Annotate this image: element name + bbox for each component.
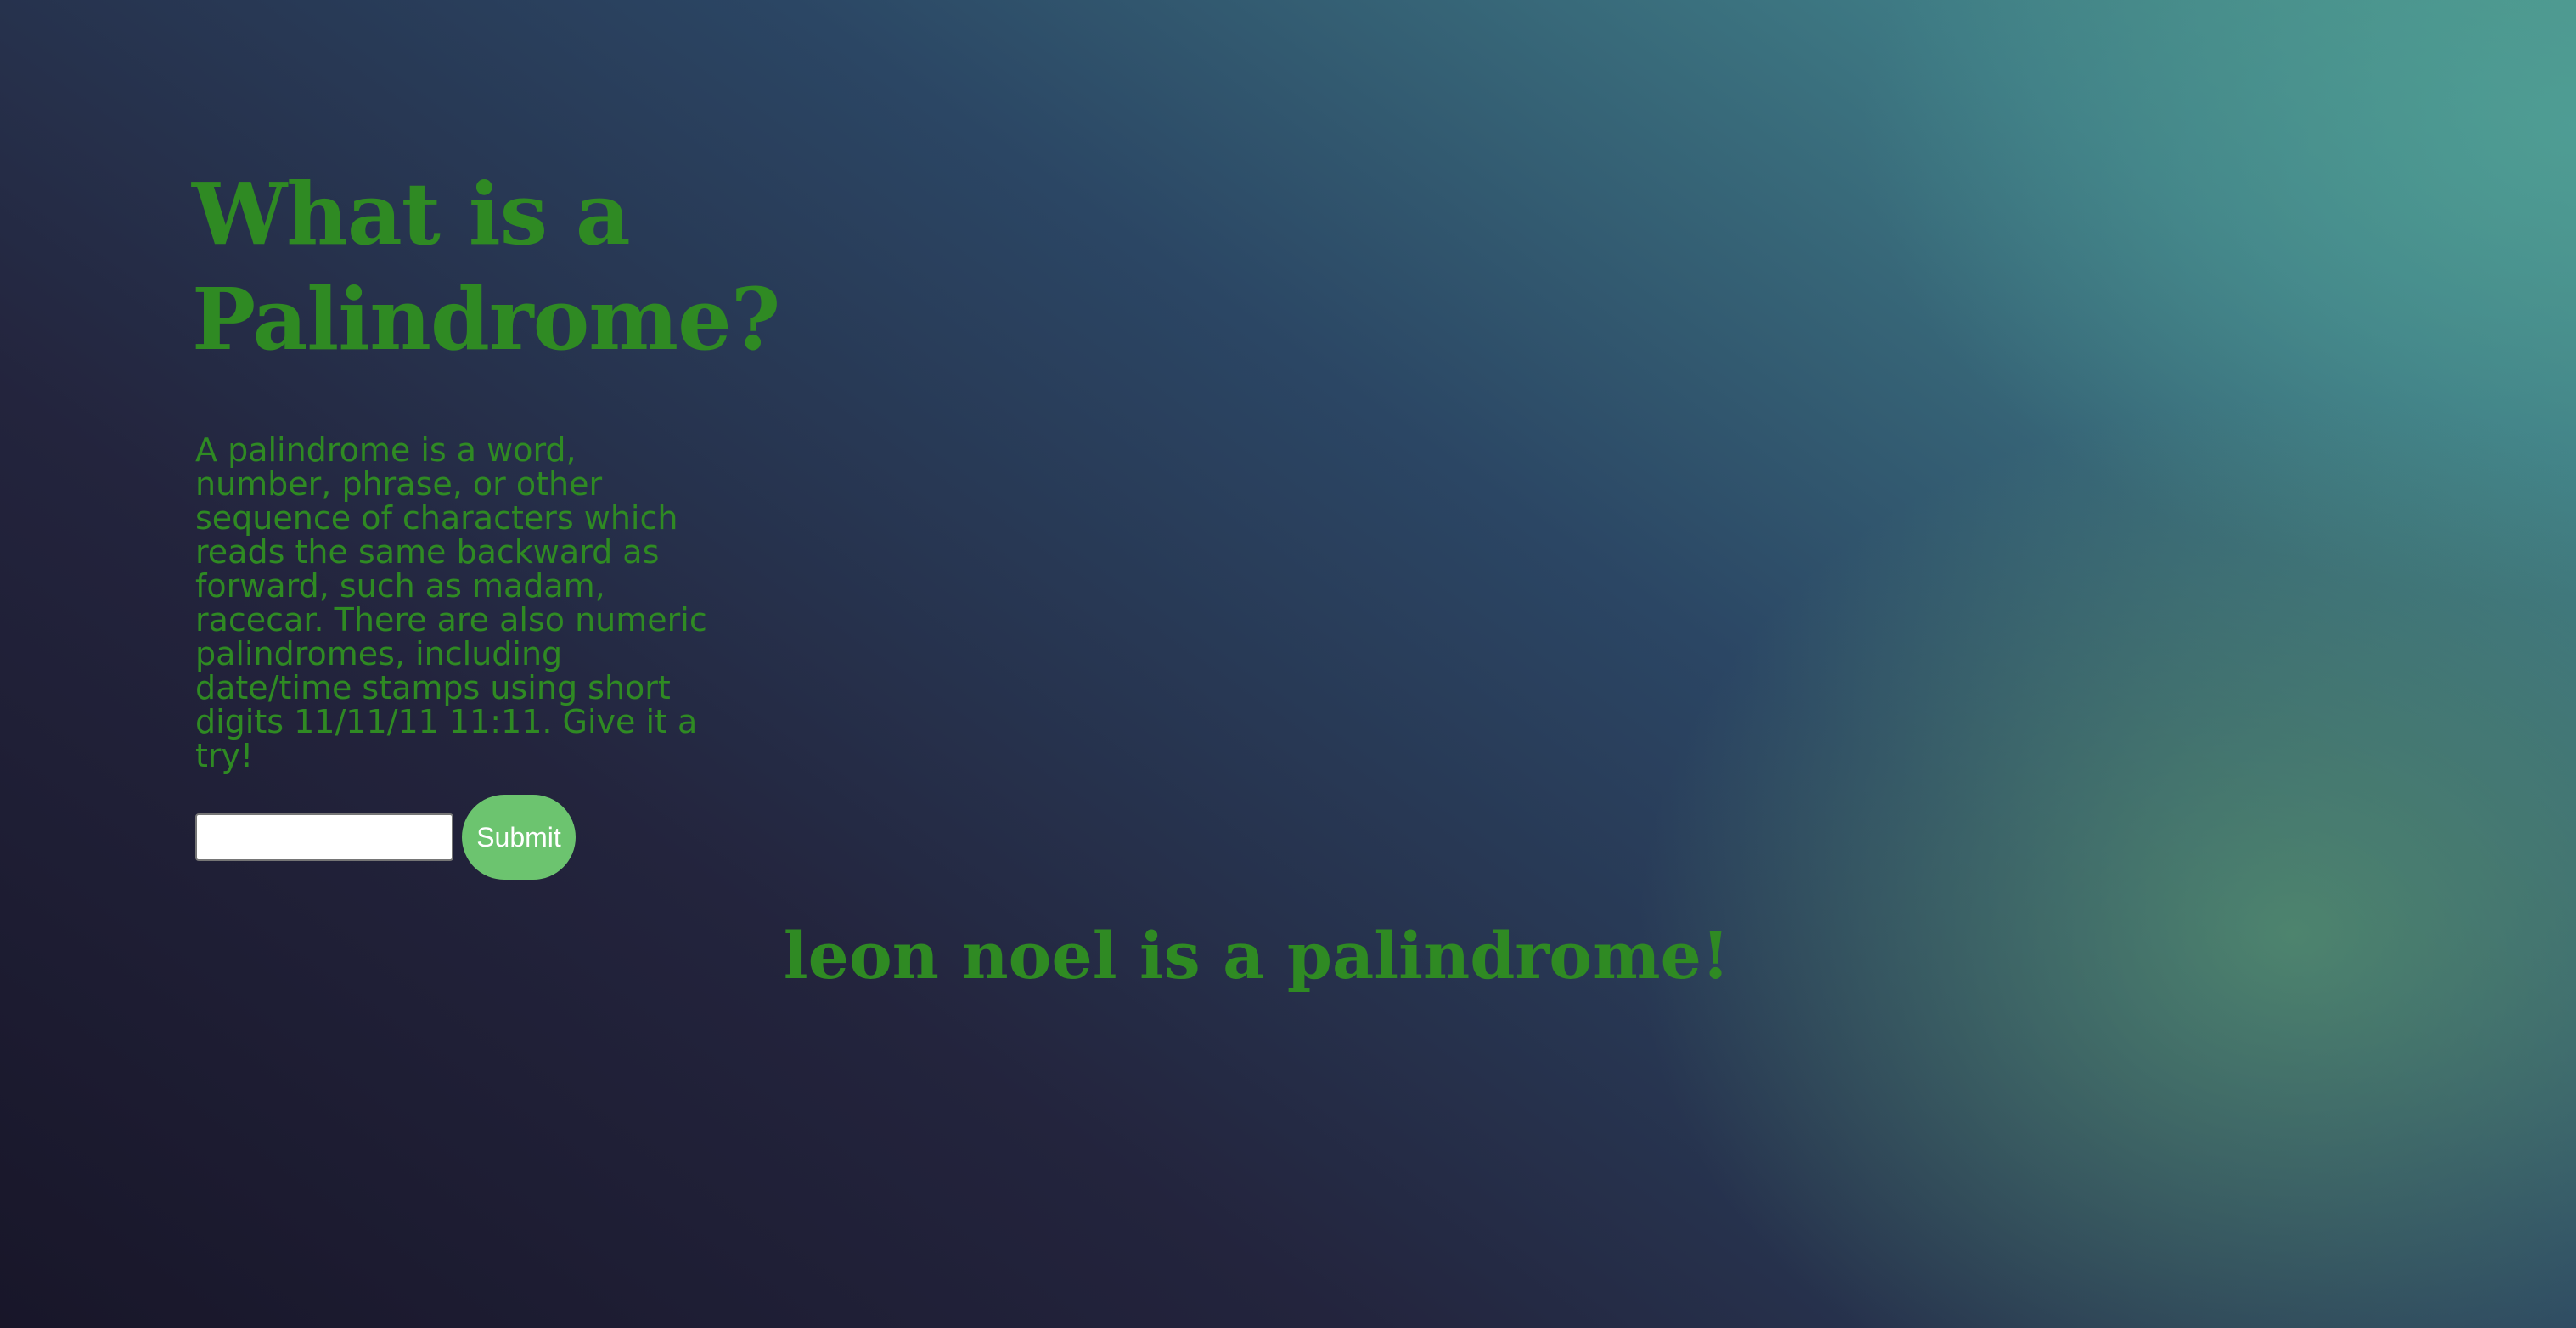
page-title: What is a Palindrome? (192, 164, 780, 369)
result-message: leon noel is a palindrome! (783, 918, 1730, 993)
submit-button[interactable]: Submit (462, 795, 576, 880)
palindrome-input[interactable] (195, 813, 453, 861)
palindrome-description: A palindrome is a word, number, phrase, … (195, 431, 707, 774)
